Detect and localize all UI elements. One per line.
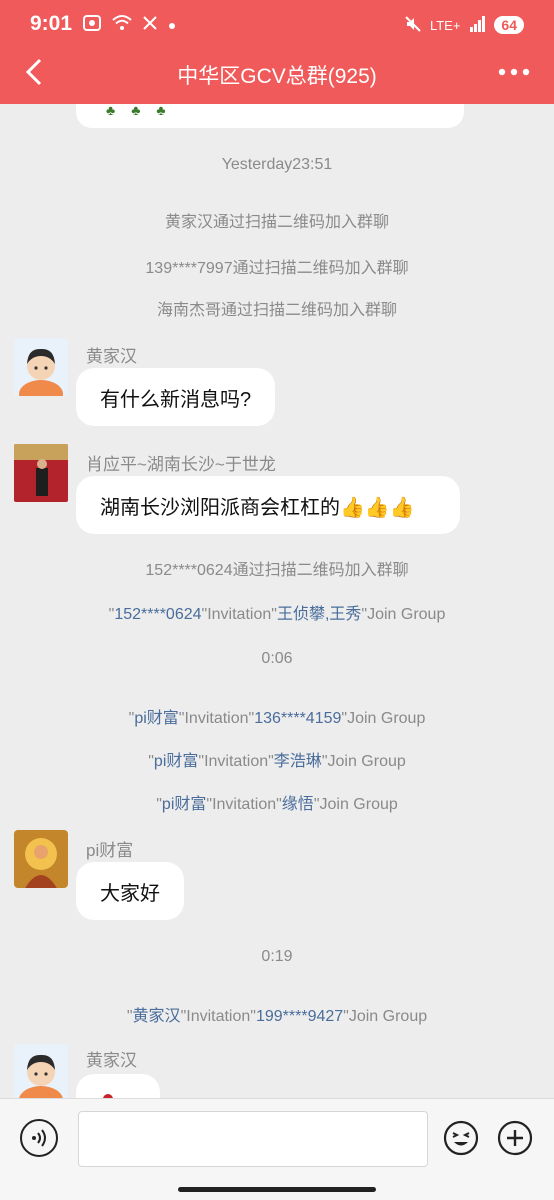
page-title: 中华区GCV总群(925) [177,65,377,88]
rose-icon [100,1088,116,1098]
network-label: LTE+ [429,17,461,33]
system-join-notice: 海南杰哥通过扫描二维码加入群聊 [156,302,397,319]
more-actions-button[interactable] [496,1119,534,1157]
invitation-label: "Invitation" [201,606,277,623]
status-bar: 9:01 LTE+ 64 [0,0,554,50]
timestamp: Yesterday23:51 [221,156,333,173]
avatar[interactable] [14,830,68,888]
avatar[interactable] [14,1044,68,1098]
invitation-label: "Invitation" [206,796,282,813]
join-group-label: "Join Group [313,796,398,813]
join-group-label: "Join Group [343,1008,428,1025]
battery-indicator: 64 [494,16,524,34]
x-app-icon [142,15,158,36]
status-time: 9:01 [30,12,73,35]
plus-icon [497,1120,533,1156]
screenshot-icon [82,14,102,37]
invitee-name[interactable]: 199****9427 [256,1008,343,1025]
system-invite-notice: "pi财富"Invitation"136****4159"Join Group [0,704,554,728]
title-bar: 中华区GCV总群(925) [0,50,554,96]
emoji-icon [443,1120,479,1156]
decoration-icon: ♣♣♣ [106,104,182,118]
sender-name: 黄家汉 [86,1051,137,1070]
message-bubble[interactable]: 湖南长沙浏阳派商会杠杠的👍👍👍 [76,476,460,534]
input-bar [0,1098,554,1200]
signal-icon [468,15,486,36]
avatar[interactable] [14,338,68,396]
join-group-label: "Join Group [341,710,426,727]
message-bubble[interactable]: 大家好 [76,862,184,920]
timestamp: 0:19 [261,948,293,965]
inviter-name[interactable]: 黄家汉 [133,1008,181,1025]
invitation-label: "Invitation" [198,753,274,770]
sender-name: 肖应平~湖南长沙~于世龙 [86,455,276,474]
app-header: 9:01 LTE+ 64 中华区GCV总群(925) [0,0,554,104]
message-bubble[interactable] [76,1074,160,1098]
mute-icon [404,15,422,36]
system-invite-notice: "152****0624"Invitation"王侦攀,王秀"Join Grou… [0,600,554,624]
join-group-label: "Join Group [321,753,406,770]
timestamp: 0:06 [261,650,293,667]
inviter-name[interactable]: pi财富 [154,753,198,770]
invitee-name[interactable]: 王侦攀,王秀 [277,606,361,623]
status-left-icons [82,12,176,38]
emoji-button[interactable] [442,1119,480,1157]
system-join-notice: 黄家汉通过扫描二维码加入群聊 [164,214,389,231]
system-join-notice: 139****7997通过扫描二维码加入群聊 [145,260,409,277]
chat-area[interactable]: ♣♣♣ Yesterday23:51 黄家汉通过扫描二维码加入群聊 139***… [0,104,554,1098]
wifi-icon [112,14,132,37]
avatar[interactable] [14,444,68,502]
message-bubble[interactable]: 有什么新消息吗? [76,368,276,426]
dot-icon [168,15,176,35]
previous-message-card[interactable]: ♣♣♣ [76,104,464,128]
status-right-icons: LTE+ 64 [404,12,524,38]
voice-icon [32,1129,46,1147]
voice-input-button[interactable] [20,1119,58,1157]
invitee-name[interactable]: 李浩琳 [274,753,322,770]
inviter-name[interactable]: pi财富 [162,796,206,813]
more-button[interactable] [496,58,532,86]
home-indicator[interactable] [178,1187,376,1192]
join-group-label: "Join Group [361,606,446,623]
invitee-name[interactable]: 缘悟 [282,796,314,813]
system-invite-notice: "pi财富"Invitation"李浩琳"Join Group [0,747,554,771]
system-join-notice: 152****0624通过扫描二维码加入群聊 [145,562,409,579]
invitee-name[interactable]: 136****4159 [254,710,341,727]
inviter-name[interactable]: 152****0624 [114,606,201,623]
sender-name: pi财富 [86,841,134,860]
invitation-label: "Invitation" [180,1008,256,1025]
sender-name: 黄家汉 [86,347,137,366]
invitation-label: "Invitation" [178,710,255,727]
system-invite-notice: "pi财富"Invitation"缘悟"Join Group [0,790,554,814]
message-input[interactable] [78,1111,428,1167]
system-invite-notice: "黄家汉"Invitation"199****9427"Join Group [0,1002,554,1026]
more-dots-icon [498,68,530,76]
inviter-name[interactable]: pi财富 [134,710,178,727]
